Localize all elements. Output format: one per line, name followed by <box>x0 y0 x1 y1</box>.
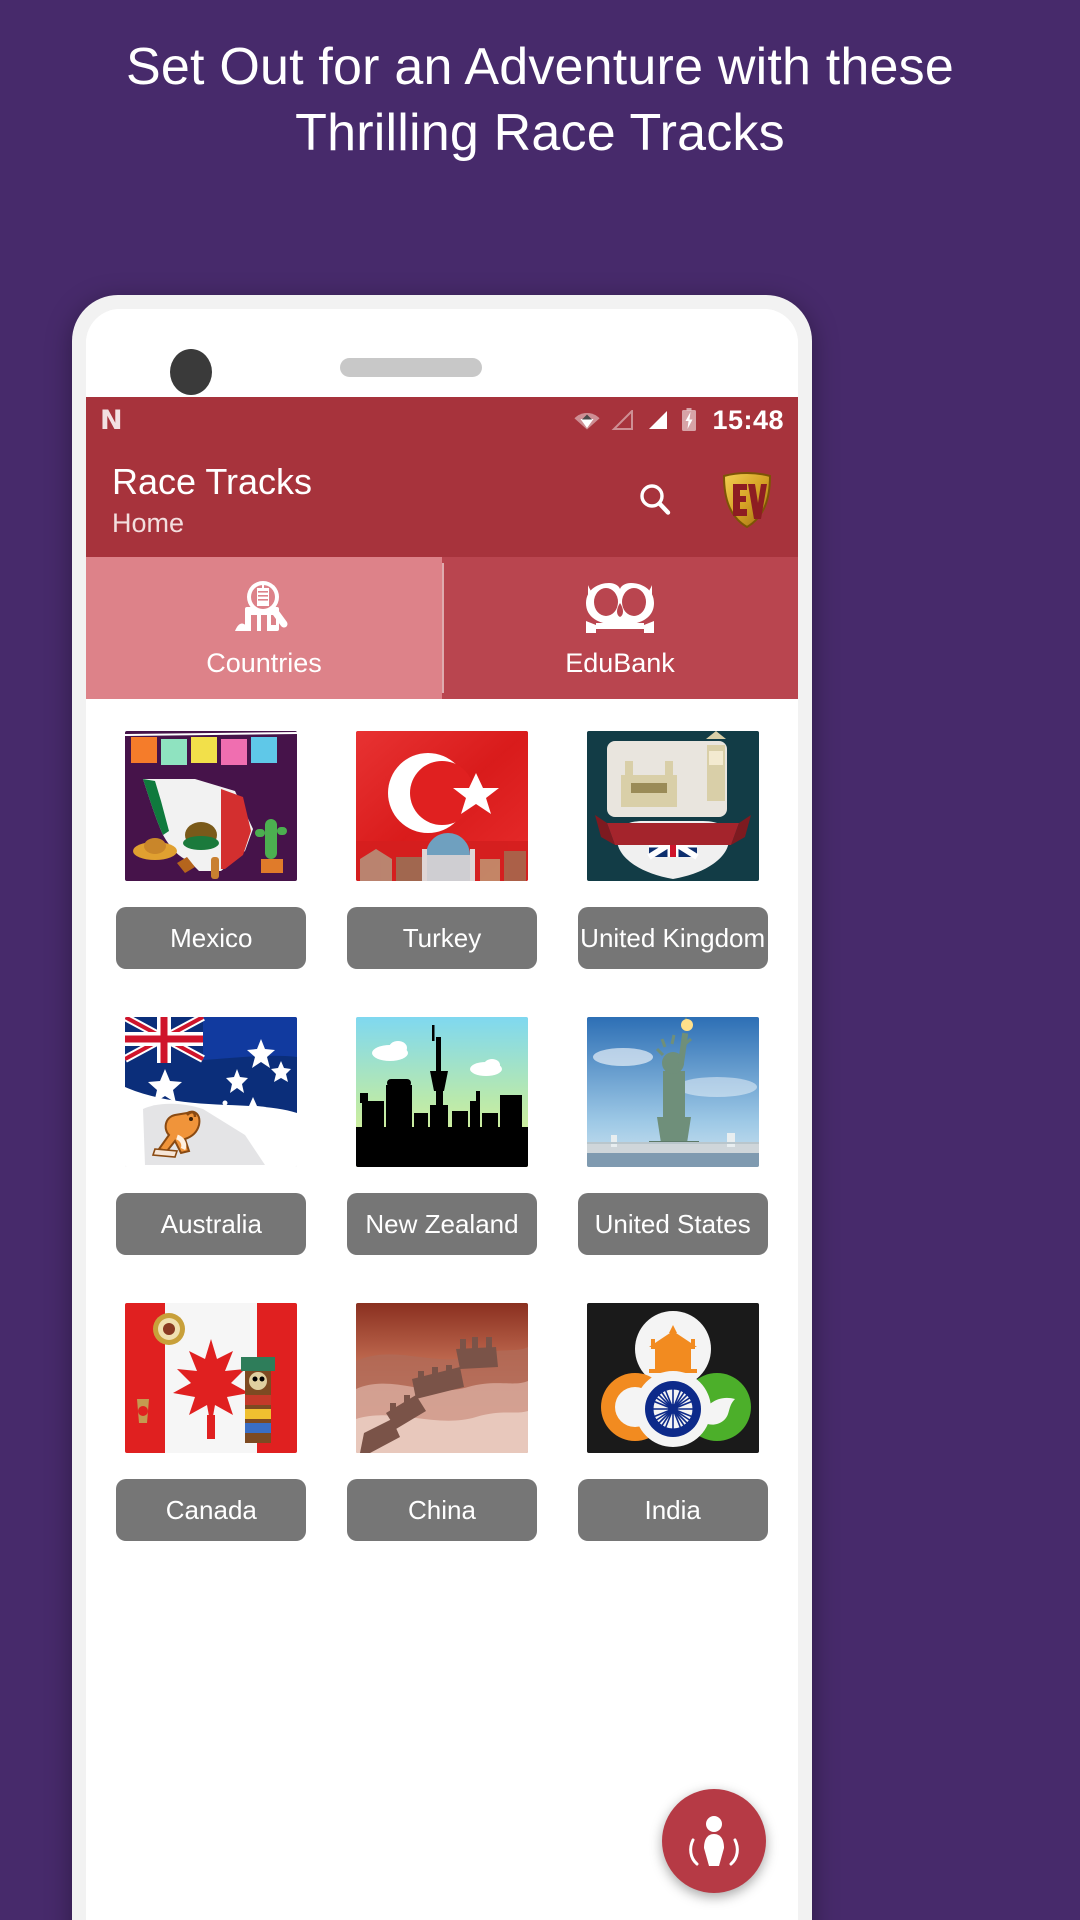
app-bar-actions <box>634 471 774 529</box>
app-bar-titles: Race Tracks Home <box>112 460 312 540</box>
signal-filled-icon <box>646 410 670 431</box>
country-card-united-kingdom[interactable]: United Kingdom <box>557 717 788 969</box>
country-card-united-states[interactable]: United States <box>557 1003 788 1255</box>
status-bar-right: 15:48 <box>574 405 784 436</box>
tab-bar: Countries EduBank <box>86 557 798 699</box>
auckland-skyline-thumb[interactable] <box>356 1017 528 1167</box>
turkey-flag-thumb[interactable] <box>356 731 528 881</box>
battery-charging-icon <box>681 408 697 432</box>
search-icon[interactable] <box>634 479 676 521</box>
country-card-mexico[interactable]: Mexico <box>96 717 327 969</box>
status-bar-clock: 15:48 <box>712 404 784 435</box>
tab-edubank[interactable]: EduBank <box>442 557 798 699</box>
country-label-button[interactable]: New Zealand <box>347 1193 537 1255</box>
country-card-australia[interactable]: Australia <box>96 1003 327 1255</box>
status-bar-left: N <box>100 407 123 434</box>
grid-row: Australia New Zealand United States <box>96 1003 788 1255</box>
building-search-icon <box>229 577 299 639</box>
wifi-icon <box>574 410 600 430</box>
country-card-china[interactable]: China <box>327 1289 558 1541</box>
app-bar: Race Tracks Home <box>86 443 798 557</box>
app-screen: N 15:48 Race Tracks Home Countries EduBa… <box>86 397 798 1920</box>
carrier-n-icon: N <box>100 404 123 436</box>
mexico-flag-map-thumb[interactable] <box>125 731 298 881</box>
statue-of-liberty-thumb[interactable] <box>586 1017 759 1167</box>
signal-outline-icon <box>611 409 635 431</box>
earpiece-speaker <box>340 358 482 377</box>
status-bar: N 15:48 <box>86 397 798 443</box>
country-label-button[interactable]: Turkey <box>347 907 537 969</box>
page-title: Set Out for an Adventure with these Thri… <box>126 38 954 162</box>
uk-landmarks-thumb[interactable] <box>586 731 759 881</box>
country-label-button[interactable]: United Kingdom <box>577 907 768 969</box>
row-spacer <box>96 969 788 1003</box>
row-spacer <box>96 1255 788 1289</box>
country-card-india[interactable]: India <box>557 1289 788 1541</box>
australia-flag-kangaroo-thumb[interactable] <box>125 1017 298 1167</box>
canada-flag-totem-thumb[interactable] <box>125 1303 298 1453</box>
phone-bezel-top <box>86 309 798 397</box>
country-label-button[interactable]: China <box>347 1479 537 1541</box>
ev-shield-logo[interactable] <box>720 471 774 529</box>
phone-screen-area: N 15:48 Race Tracks Home Countries EduBa… <box>86 309 798 1920</box>
country-card-turkey[interactable]: Turkey <box>327 717 558 969</box>
owl-icon <box>582 577 658 639</box>
grid-row: Canada China India <box>96 1289 788 1541</box>
front-camera-icon <box>170 349 212 395</box>
tab-countries-label: Countries <box>206 648 322 678</box>
tab-countries[interactable]: Countries <box>86 557 442 699</box>
country-label-button[interactable]: India <box>577 1479 768 1541</box>
country-grid: Mexico Turkey United Kingdom Australia N… <box>86 699 798 1541</box>
country-label-button[interactable]: Australia <box>116 1193 307 1255</box>
country-card-new-zealand[interactable]: New Zealand <box>327 1003 558 1255</box>
phone-frame: N 15:48 Race Tracks Home Countries EduBa… <box>72 295 812 1920</box>
tab-edubank-label: EduBank <box>565 648 675 678</box>
country-label-button[interactable]: United States <box>577 1193 768 1255</box>
app-subtitle: Home <box>112 508 185 538</box>
person-fab-icon[interactable] <box>662 1789 766 1893</box>
country-card-canada[interactable]: Canada <box>96 1289 327 1541</box>
page-root: Set Out for an Adventure with these Thri… <box>0 0 1080 1920</box>
app-title: Race Tracks <box>112 461 313 502</box>
country-label-button[interactable]: Mexico <box>116 907 307 969</box>
country-label-button[interactable]: Canada <box>116 1479 307 1541</box>
india-emblem-thumb[interactable] <box>586 1303 759 1453</box>
great-wall-thumb[interactable] <box>356 1303 528 1453</box>
grid-row: Mexico Turkey United Kingdom <box>96 717 788 969</box>
